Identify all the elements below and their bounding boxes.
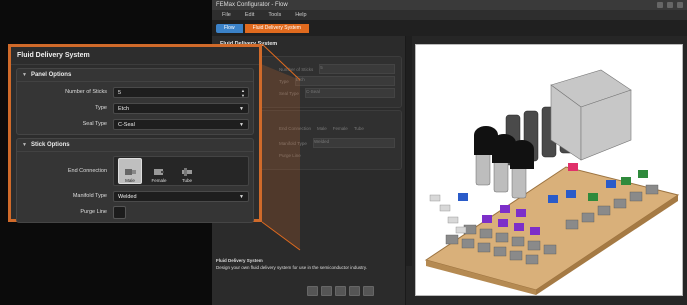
purge-line-checkbox[interactable] [113,205,126,219]
description-text: Design your own fluid delivery system fo… [216,265,367,270]
ghost-seal-field[interactable]: C-Seal [304,88,395,98]
app-window: FEMax Configurator - Flow File Edit Tool… [212,0,687,305]
menu-bar: File Edit Tools Help [212,10,687,20]
panel-options-section: ▼ Panel Options Number of Sticks 5 ▲ ▼ Ty… [16,68,254,135]
ghost-conn-female[interactable]: Female [333,126,348,131]
close-icon[interactable] [677,2,683,8]
ghost-purge-label: Purge Line [279,152,301,158]
window-title: FEMax Configurator - Flow [216,2,288,8]
gas-panel-render [424,69,680,295]
connection-male-button[interactable]: Male [118,158,142,184]
end-connection-selector: Male Female Tube [113,156,249,186]
ghost-conn-male[interactable]: Male [317,126,327,131]
title-bar: FEMax Configurator - Flow [212,0,687,10]
zoom-fit-icon[interactable] [307,286,318,296]
manifold-type-value: Welded [118,193,137,200]
ghost-manifold-label: Manifold Type [279,140,307,146]
view-top-icon[interactable] [363,286,374,296]
stepper-down-icon[interactable]: ▼ [241,93,245,98]
panel-options-header[interactable]: ▼ Panel Options [17,69,253,82]
panel-scrollbar[interactable] [406,36,412,266]
ghost-sticks-label: Number of Sticks [279,66,314,72]
stick-options-section: ▼ Stick Options End Connection Male Fema… [16,138,254,223]
type-value: Etch [118,105,130,112]
manifold-type-label: Manifold Type [72,193,107,199]
tube-fitting-icon [182,168,192,176]
connection-female-label: Female [151,178,167,183]
number-of-sticks-label: Number of Sticks [65,89,107,95]
chevron-down-icon: ▼ [239,121,244,128]
end-connection-label: End Connection [67,168,107,174]
menu-help[interactable]: Help [295,10,306,20]
breadcrumb: Flow Fluid Delivery System [212,20,687,36]
stick-options-header[interactable]: ▼ Stick Options [17,139,253,152]
purge-line-label: Purge Line [80,209,107,215]
collapse-triangle-icon[interactable]: ▼ [22,72,27,78]
ghost-type-label: Type [279,78,289,84]
menu-tools[interactable]: Tools [268,10,281,20]
ghost-conn-label: End Connection [279,125,312,131]
description-title: Fluid Delivery System [216,258,263,263]
panel-options-title: Panel Options [30,72,72,78]
chevron-down-icon: ▼ [239,105,244,112]
connection-female-button[interactable]: Female [148,159,170,183]
ghost-type-field[interactable]: Etch [294,76,395,86]
chevron-down-icon: ▼ [239,193,244,200]
rotate-icon[interactable] [321,286,332,296]
number-of-sticks-value: 5 [118,89,122,96]
description-box: Fluid Delivery System Design your own fl… [216,258,406,282]
breadcrumb-home[interactable]: Flow [216,23,243,33]
pan-icon[interactable] [335,286,346,296]
bottom-toolbar [307,286,374,296]
connection-male-label: Male [125,178,135,183]
maximize-icon[interactable] [667,2,673,8]
menu-file[interactable]: File [222,10,231,20]
seal-type-label: Seal Type [82,121,107,127]
ghost-sticks-field[interactable]: 5 [319,64,395,74]
ghost-seal-label: Seal Type [279,90,299,96]
connection-tube-button[interactable]: Tube [176,159,198,183]
model-viewport[interactable] [415,44,683,296]
type-label: Type [95,105,107,111]
minimize-icon[interactable] [657,2,663,8]
view-iso-icon[interactable] [349,286,360,296]
connection-tube-label: Tube [181,178,193,183]
menu-edit[interactable]: Edit [245,10,254,20]
female-fitting-icon [154,169,164,175]
zoomed-panel-title: Fluid Delivery System [11,47,259,65]
number-of-sticks-stepper[interactable]: 5 ▲ ▼ [113,86,249,98]
breadcrumb-current[interactable]: Fluid Delivery System [244,23,309,33]
type-select[interactable]: Etch ▼ [113,102,249,114]
seal-type-select[interactable]: C-Seal ▼ [113,118,249,130]
collapse-triangle-icon[interactable]: ▼ [22,142,27,148]
zoomed-options-panel: Fluid Delivery System ▼ Panel Options Nu… [8,44,262,223]
male-fitting-icon [125,169,136,175]
manifold-type-select[interactable]: Welded ▼ [113,190,249,202]
ghost-conn-tube[interactable]: Tube [354,126,364,131]
seal-type-value: C-Seal [118,121,135,128]
ghost-manifold-field[interactable]: Welded [312,138,395,148]
stick-options-title: Stick Options [30,142,70,148]
